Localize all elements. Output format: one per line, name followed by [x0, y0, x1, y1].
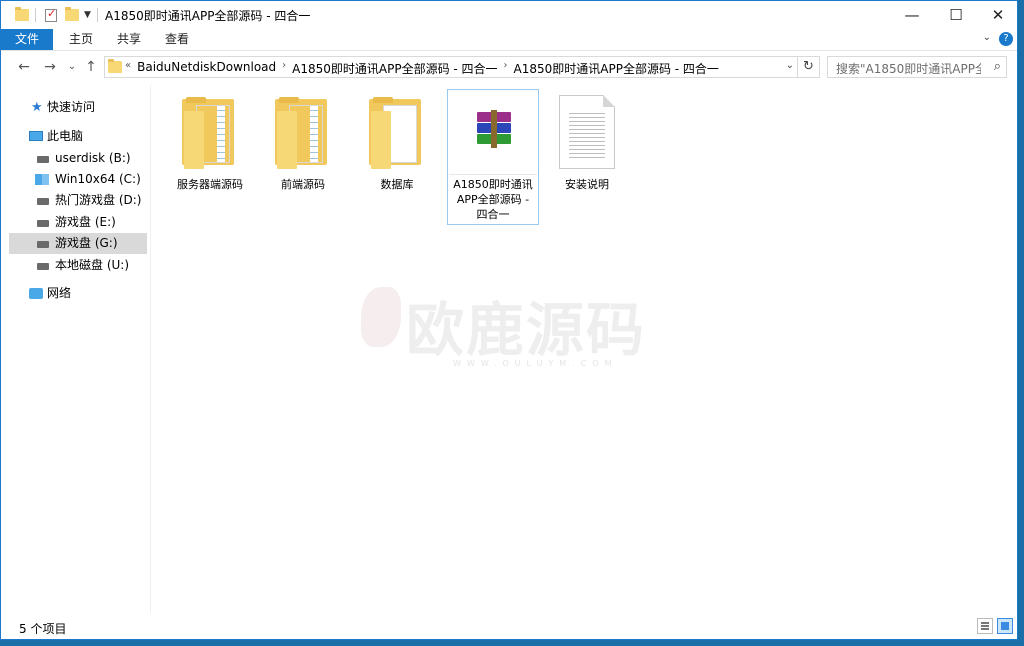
search-placeholder[interactable]: 搜索"A1850即时通讯APP全... — [836, 60, 981, 77]
minimize-button[interactable]: — — [889, 1, 935, 29]
tab-share[interactable]: 共享 — [111, 29, 147, 50]
sidebar-item-drive-c[interactable]: Win10x64 (C:) — [9, 169, 147, 190]
maximize-button[interactable]: ☐ — [933, 1, 979, 29]
refresh-icon[interactable]: ↻ — [798, 56, 820, 78]
file-item-server-source[interactable]: 服务器端源码 — [164, 97, 256, 192]
navigation-bar: ← → ⌄ ↑ « BaiduNetdiskDownload › A1850即时… — [1, 51, 1017, 83]
window-title: A1850即时通讯APP全部源码 - 四合一 — [105, 9, 311, 23]
details-view-icon[interactable] — [977, 618, 993, 634]
breadcrumb-separator-icon[interactable]: › — [282, 60, 286, 77]
breadcrumb-baidunetdiskdownload[interactable]: BaiduNetdiskDownload — [137, 60, 276, 77]
star-icon: ★ — [31, 100, 43, 115]
file-item-frontend-source[interactable]: 前端源码 — [257, 97, 349, 192]
drive-icon — [37, 156, 49, 163]
address-bar[interactable]: « BaiduNetdiskDownload › A1850即时通讯APP全部源… — [104, 56, 798, 78]
title-separator — [97, 8, 98, 22]
watermark-text: 欧鹿源码 — [406, 296, 647, 364]
drive-icon — [37, 241, 49, 248]
ribbon-tabs: 文件 主页 共享 查看 ⌄ ? — [1, 29, 1017, 51]
tab-file[interactable]: 文件 — [1, 29, 53, 50]
help-icon[interactable]: ? — [999, 32, 1013, 46]
drive-icon — [37, 220, 49, 227]
sidebar-item-drive-u[interactable]: 本地磁盘 (U:) — [9, 255, 147, 276]
folder-icon — [275, 97, 331, 169]
sidebar-item-label: 游戏盘 (G:) — [55, 236, 118, 250]
sidebar-item-label: 此电脑 — [47, 129, 84, 143]
computer-icon — [29, 131, 43, 141]
network-icon — [29, 288, 43, 299]
sidebar-item-this-pc[interactable]: 此电脑 — [9, 126, 147, 147]
breadcrumb-separator-icon[interactable]: › — [504, 60, 508, 77]
file-item-rar-archive[interactable]: A1850即时通讯APP全部源码 - 四合一 — [447, 89, 539, 225]
windows-drive-icon — [35, 174, 49, 185]
rar-archive-icon — [449, 90, 537, 175]
sidebar-item-label: 热门游戏盘 (D:) — [55, 193, 142, 207]
file-name: 服务器端源码 — [177, 178, 243, 191]
watermark-url: WWW.OULUYM.COM — [453, 359, 618, 368]
status-bar: 5 个项目 — [1, 613, 1017, 639]
explorer-window: ▼ A1850即时通讯APP全部源码 - 四合一 — ☐ ✕ 文件 主页 共享 … — [0, 0, 1018, 640]
search-icon[interactable]: ⌕ — [994, 59, 1001, 74]
file-name: 数据库 — [380, 178, 414, 191]
watermark-logo — [361, 287, 401, 347]
expand-ribbon-icon[interactable]: ⌄ — [983, 32, 991, 43]
sidebar-item-drive-b[interactable]: userdisk (B:) — [9, 148, 147, 169]
file-item-database[interactable]: 数据库 — [351, 97, 443, 192]
search-box[interactable]: 搜索"A1850即时通讯APP全... ⌕ — [827, 56, 1007, 78]
title-bar: ▼ A1850即时通讯APP全部源码 - 四合一 — ☐ ✕ — [1, 1, 1017, 29]
sidebar-item-drive-d[interactable]: 热门游戏盘 (D:) — [9, 190, 147, 211]
close-button[interactable]: ✕ — [975, 1, 1017, 29]
navigation-pane: ★ 快速访问 此电脑 userdisk (B:) Win10x64 (C:) 热… — [9, 89, 147, 614]
sidebar-item-label: 本地磁盘 (U:) — [55, 258, 130, 272]
sidebar-item-network[interactable]: 网络 — [9, 283, 147, 304]
sidebar-item-drive-g[interactable]: 游戏盘 (G:) — [9, 233, 147, 254]
sidebar-item-label: 快速访问 — [47, 100, 96, 114]
recent-locations-icon[interactable]: ⌄ — [62, 57, 82, 77]
sidebar-item-label: 网络 — [47, 286, 72, 300]
up-arrow-icon[interactable]: ↑ — [81, 57, 101, 77]
address-dropdown-icon[interactable]: ⌄ — [786, 60, 794, 71]
quick-access-dropdown-icon[interactable]: ▼ — [84, 6, 91, 24]
folder-icon — [182, 97, 238, 169]
forward-arrow-icon[interactable]: → — [40, 57, 60, 77]
drive-icon — [37, 263, 49, 270]
sidebar-item-quick-access[interactable]: ★ 快速访问 — [9, 97, 147, 118]
sidebar-item-drive-e[interactable]: 游戏盘 (E:) — [9, 212, 147, 233]
item-count: 5 个项目 — [19, 622, 67, 636]
file-name: A1850即时通讯APP全部源码 - 四合一 — [453, 178, 533, 221]
properties-icon[interactable] — [45, 7, 57, 22]
sidebar-item-label: 游戏盘 (E:) — [55, 215, 116, 229]
large-icons-view-icon[interactable] — [997, 618, 1013, 634]
drive-icon — [37, 198, 49, 205]
back-arrow-icon[interactable]: ← — [14, 57, 34, 77]
breadcrumb-parent-folder[interactable]: A1850即时通讯APP全部源码 - 四合一 — [292, 60, 497, 77]
tab-home[interactable]: 主页 — [63, 29, 99, 50]
new-folder-icon[interactable] — [65, 7, 79, 21]
file-item-install-guide[interactable]: 安装说明 — [541, 95, 633, 192]
watermark: 欧鹿源码 WWW.OULUYM.COM — [361, 283, 671, 373]
sidebar-item-label: Win10x64 (C:) — [55, 172, 141, 186]
folder-icon — [15, 7, 29, 21]
sidebar-item-label: userdisk (B:) — [55, 151, 131, 165]
overflow-chevron-icon[interactable]: « — [125, 60, 131, 77]
file-name: 前端源码 — [281, 178, 325, 191]
breadcrumb-current-folder[interactable]: A1850即时通讯APP全部源码 - 四合一 — [514, 60, 719, 77]
text-document-icon — [559, 95, 615, 169]
tab-view[interactable]: 查看 — [159, 29, 195, 50]
file-name: 安装说明 — [565, 178, 609, 191]
toolbar-separator — [35, 8, 36, 22]
location-folder-icon — [108, 59, 122, 73]
folder-icon — [369, 97, 425, 169]
